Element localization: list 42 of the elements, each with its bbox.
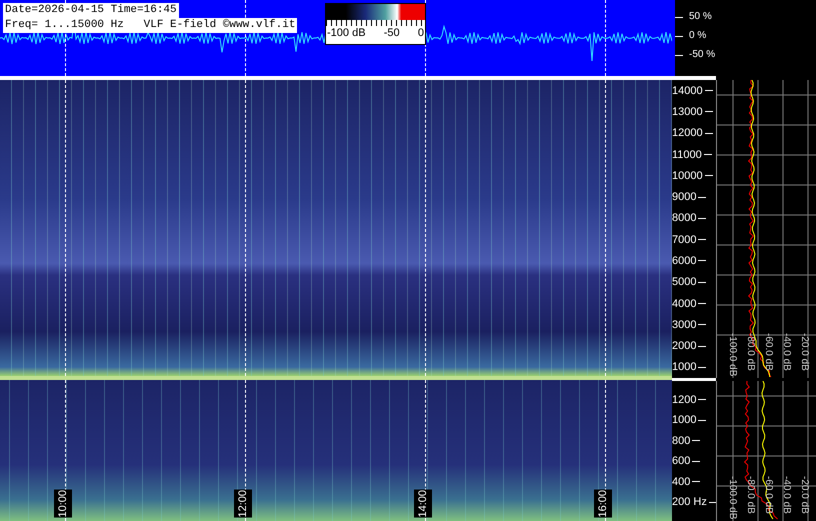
frequency-label: 13000 (672, 104, 703, 119)
scale-label: -50 (384, 26, 400, 40)
frequency-label: 1000 (672, 413, 696, 428)
frequency-label: 9000 (672, 190, 696, 204)
decibel-label: -60.0 dB (762, 332, 775, 372)
decibel-label: -60.0 dB (762, 476, 775, 516)
frequency-label: 600 (672, 454, 690, 468)
frequency-label: 4000 (672, 296, 696, 310)
frequency-label: 14000 (672, 84, 703, 98)
scale-label: 0 (418, 26, 424, 40)
time-label: 12:00 (234, 490, 252, 518)
frequency-label: 6000 (672, 254, 696, 268)
frequency-label: 11000 (672, 148, 702, 162)
frequency-label: 1000 (672, 360, 696, 374)
decibel-label: -100.0 dB (726, 476, 739, 519)
amplitude-label: 50 % (689, 10, 712, 24)
decibel-label: -20.0 dB (798, 332, 811, 372)
time-label: 16:00 (594, 490, 612, 518)
info-text: Freq= 1...15000 Hz VLF E-field ©www.vlf.it (3, 18, 298, 33)
scale-label: -100 dB (327, 26, 366, 40)
time-label: 10:00 (54, 490, 72, 518)
decibel-label: -80.0 dB (744, 332, 757, 372)
decibel-label: -80.0 dB (744, 476, 757, 516)
frequency-label: 200 Hz (672, 495, 707, 510)
frequency-label: 7000 (672, 232, 696, 247)
frequency-label: 5000 (672, 275, 696, 290)
frequency-label: 800 (672, 434, 690, 448)
frequency-label: 8000 (672, 211, 696, 226)
date-time-text: Date=2026-04-15 Time=16:45 (3, 3, 179, 18)
decibel-label: -40.0 dB (780, 476, 793, 516)
frequency-label: 3000 (672, 318, 696, 332)
amplitude-label: -50 % (689, 48, 716, 62)
decibel-label: -40.0 dB (780, 332, 793, 372)
decibel-label: -20.0 dB (798, 476, 811, 516)
decibel-label: -100.0 dB (726, 332, 739, 376)
frequency-label: 10000 (672, 168, 703, 183)
frequency-label: 1200 (672, 392, 696, 407)
time-label: 14:00 (414, 490, 432, 518)
frequency-label: 12000 (672, 126, 703, 140)
frequency-label: 400 (672, 474, 690, 489)
amplitude-label: 0 % (689, 29, 706, 43)
frequency-label: 2000 (672, 339, 696, 354)
